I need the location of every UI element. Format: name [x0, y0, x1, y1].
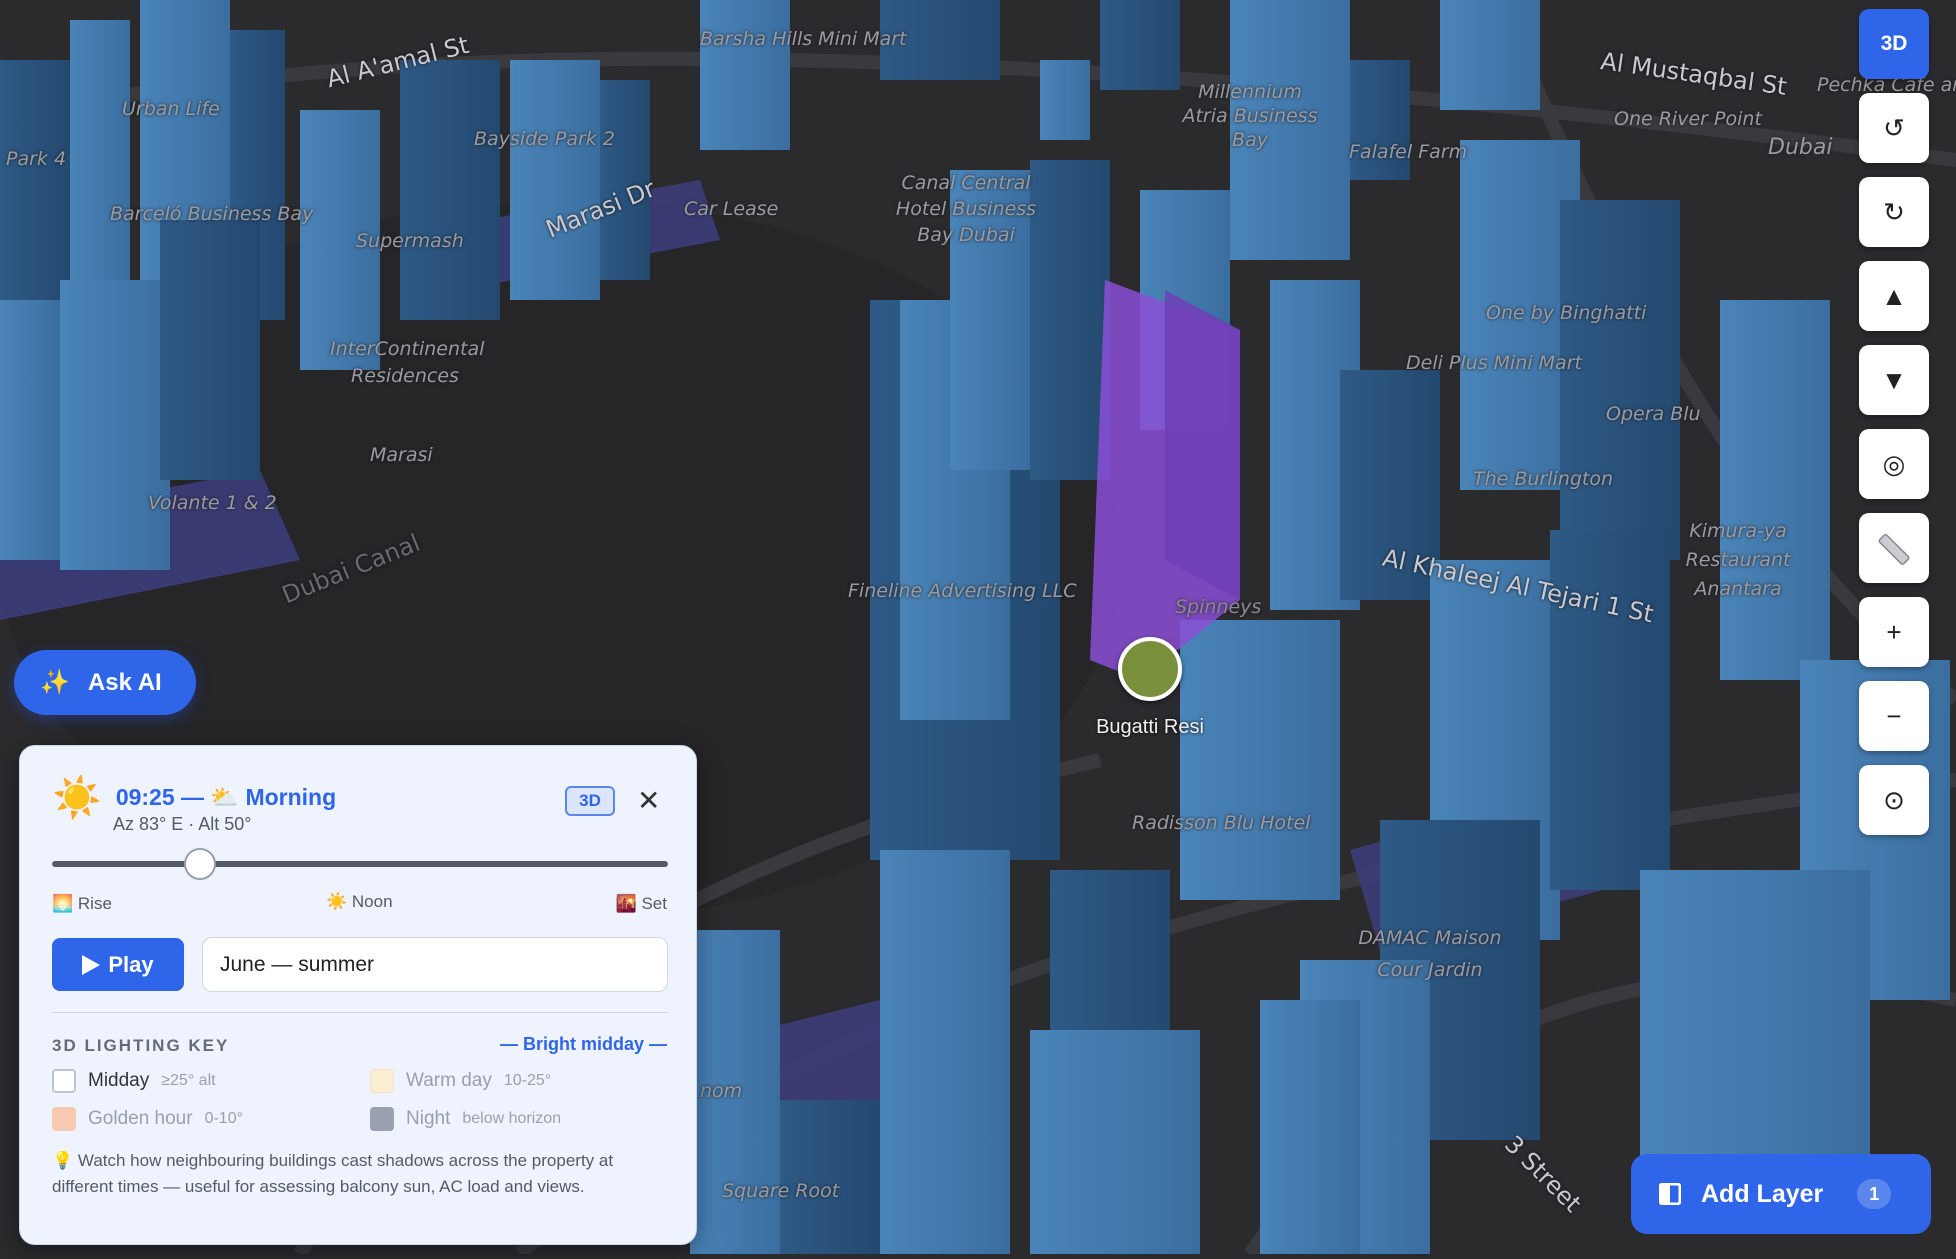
poi-label: Fineline Advertising LLC — [848, 580, 1077, 602]
rotate-left-icon: ↺ — [1883, 112, 1905, 143]
poi-label: Dubai — [1768, 135, 1833, 160]
close-icon[interactable]: ✕ — [637, 784, 660, 817]
poi-label: Barceló Business Bay — [110, 203, 314, 225]
plus-icon: + — [1886, 616, 1902, 647]
poi-label: Volante 1 & 2 — [148, 492, 277, 514]
3d-badge: 3D — [565, 786, 615, 816]
poi-label: Millennium Atria Business Bay — [1182, 81, 1318, 151]
marker-label: Bugatti Resi — [1096, 716, 1204, 738]
season-select[interactable]: June — summer — [202, 937, 668, 992]
sun-azimuth-altitude: Az 83° E · Alt 50° — [113, 814, 252, 834]
sun-position-panel: ☀️ 09:25 — ⛅ Morning Az 83° E · Alt 50° … — [19, 745, 697, 1245]
tilt-up-button[interactable]: ▲ — [1859, 261, 1929, 331]
midday-swatch — [52, 1069, 76, 1093]
poi-label: Supermash — [356, 230, 464, 252]
legend-item-golden-hour: Golden hour 0-10° — [52, 1107, 243, 1131]
play-button[interactable]: Play — [52, 938, 184, 991]
poi-label: nom — [700, 1080, 743, 1102]
noon-mark: ☀️ Noon — [326, 892, 393, 911]
poi-label: Canal Central Hotel Business Bay Dubai — [895, 172, 1037, 246]
zoom-in-button[interactable]: + — [1859, 597, 1929, 667]
sun-icon: ☀️ — [52, 776, 102, 820]
shadow-tip: 💡 Watch how neighbouring buildings cast … — [52, 1148, 672, 1200]
add-layer-button[interactable]: Add Layer 1 — [1631, 1154, 1931, 1234]
lighting-key-title: 3D LIGHTING KEY — [52, 1036, 230, 1055]
triangle-up-icon: ▲ — [1881, 280, 1907, 311]
triangle-down-icon: ▼ — [1881, 364, 1907, 395]
property-marker[interactable] — [1118, 637, 1182, 701]
poi-label: Car Lease — [684, 198, 779, 220]
poi-label: Marasi — [370, 444, 433, 466]
lightbulb-icon: 💡 — [52, 1151, 74, 1170]
legend-item-midday: Midday ≥25° alt — [52, 1069, 216, 1093]
poi-label: Spinneys — [1175, 596, 1262, 618]
sparkles-icon: ✨ — [40, 669, 70, 696]
poi-label: One by Binghatti — [1486, 302, 1647, 324]
rotate-right-button[interactable]: ↻ — [1859, 177, 1929, 247]
poi-label: Park 4 — [6, 148, 67, 170]
time-slider-track[interactable] — [52, 861, 668, 867]
legend-item-warm-day: Warm day 10-25° — [370, 1069, 551, 1093]
poi-label: Bayside Park 2 — [474, 128, 615, 150]
poi-label: The Burlington — [1473, 468, 1614, 490]
sunset-mark: 🌇 Set — [615, 894, 667, 913]
legend-item-night: Night below horizon — [370, 1107, 561, 1131]
rotate-right-icon: ↻ — [1883, 196, 1905, 227]
warm-day-swatch — [370, 1069, 394, 1093]
rotate-left-button[interactable]: ↺ — [1859, 93, 1929, 163]
play-label: Play — [108, 951, 154, 977]
night-swatch — [370, 1107, 394, 1131]
poi-label: Urban Life — [122, 98, 220, 120]
locate-icon: ⊙ — [1883, 784, 1905, 815]
lighting-state: — Bright midday — — [499, 1034, 667, 1054]
layers-icon — [1659, 1183, 1681, 1205]
sunrise-mark: 🌅 Rise — [52, 894, 112, 913]
poi-label: One River Point — [1614, 108, 1762, 130]
minus-icon: − — [1886, 700, 1902, 731]
zoom-out-button[interactable]: − — [1859, 681, 1929, 751]
ask-ai-button[interactable]: ✨ Ask AI — [14, 650, 196, 715]
tilt-down-button[interactable]: ▼ — [1859, 345, 1929, 415]
locate-button[interactable]: ⊙ — [1859, 765, 1929, 835]
compass-icon: ◎ — [1882, 448, 1906, 479]
3d-toggle-button[interactable]: 3D — [1859, 9, 1929, 79]
time-slider-handle[interactable] — [184, 848, 216, 880]
layer-count-badge: 1 — [1857, 1179, 1892, 1209]
divider — [52, 1012, 668, 1013]
play-icon — [82, 954, 101, 975]
poi-label: InterContinental Residences — [330, 338, 485, 387]
poi-label: Falafel Farm — [1349, 141, 1468, 163]
poi-label: Radisson Blu Hotel — [1132, 812, 1311, 834]
measure-button[interactable] — [1859, 513, 1929, 583]
poi-label: Barsha Hills Mini Mart — [700, 28, 907, 50]
poi-label: Kimura-ya Restaurant Anantara — [1685, 520, 1791, 600]
compass-button[interactable]: ◎ — [1859, 429, 1929, 499]
time-title: 09:25 — ⛅ Morning — [115, 784, 337, 810]
poi-label: Opera Blu — [1606, 403, 1701, 425]
ruler-icon — [1878, 533, 1910, 565]
ask-ai-label: Ask AI — [87, 668, 162, 696]
poi-label: DAMAC Maison Cour Jardin — [1358, 927, 1502, 981]
golden-hour-swatch — [52, 1107, 76, 1131]
poi-label: Deli Plus Mini Mart — [1406, 352, 1582, 374]
tip-text: Watch how neighbouring buildings cast sh… — [52, 1151, 614, 1196]
add-layer-label: Add Layer — [1701, 1179, 1824, 1208]
poi-label: Square Root — [722, 1180, 840, 1202]
